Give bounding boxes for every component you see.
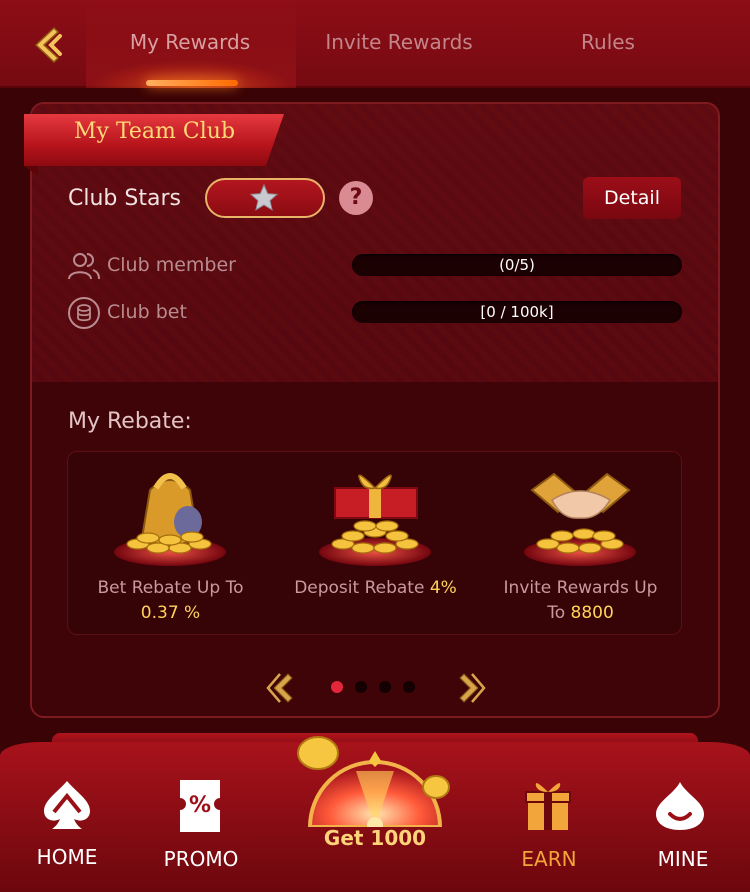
- tab-invite-rewards[interactable]: Invite Rewards: [310, 30, 488, 54]
- handshake-coins-icon: [524, 472, 636, 566]
- rebate-invite-label-2: To: [547, 603, 571, 623]
- rebate-invite-label: Invite Rewards Up: [503, 578, 658, 598]
- detail-button[interactable]: Detail: [583, 177, 681, 219]
- rebate-carousel: Bet Rebate Up To 0.37 % Deposit Rebate 4…: [67, 451, 682, 635]
- star-icon: [249, 183, 279, 211]
- money-bag-icon: [114, 473, 226, 566]
- rebate-invite-text: Invite Rewards Up To 8800: [478, 576, 683, 626]
- smile-drop-icon: [656, 782, 704, 830]
- rebate-deposit-text: Deposit Rebate 4%: [273, 576, 478, 601]
- rebate-card-deposit[interactable]: Deposit Rebate 4%: [273, 452, 478, 636]
- pager-dot[interactable]: [331, 681, 343, 693]
- rebate-deposit-value: 4%: [429, 578, 457, 598]
- gift-box-coins-icon: [319, 474, 431, 566]
- club-bet-progress: [0 / 100k]: [352, 301, 682, 323]
- club-stars-label: Club Stars: [68, 186, 181, 211]
- club-member-value: (0/5): [499, 256, 535, 274]
- lucky-wheel-icon: [297, 736, 450, 827]
- svg-text:%: %: [189, 793, 211, 818]
- nav-promo-label: PROMO: [163, 847, 239, 871]
- rebate-card-invite[interactable]: Invite Rewards Up To 8800: [478, 452, 683, 636]
- nav-get-label: Get 1000: [323, 826, 427, 850]
- next-arrow-icon[interactable]: [456, 670, 486, 706]
- rebate-deposit-label: Deposit Rebate: [294, 578, 430, 598]
- club-bet-label: Club bet: [107, 301, 187, 323]
- coins-icon: [68, 297, 100, 329]
- nav-home-label: HOME: [36, 845, 98, 869]
- coupon-icon: %: [180, 780, 220, 832]
- spade-icon: [44, 781, 90, 829]
- tab-my-rewards[interactable]: My Rewards: [112, 30, 268, 54]
- nav-earn-label: EARN: [521, 847, 577, 871]
- rebate-bet-text: Bet Rebate Up To 0.37 %: [68, 576, 273, 626]
- rebate-card-bet[interactable]: Bet Rebate Up To 0.37 %: [68, 452, 273, 636]
- top-bar: My Rewards Invite Rewards Rules: [0, 0, 750, 88]
- help-icon[interactable]: ?: [339, 181, 373, 215]
- nav-mine-label: MINE: [657, 847, 709, 871]
- rebate-invite-value: 8800: [570, 603, 614, 623]
- members-icon: [68, 253, 100, 280]
- rebate-bet-value: 0.37 %: [140, 603, 201, 623]
- pager-dot[interactable]: [403, 681, 415, 693]
- club-bet-value: [0 / 100k]: [480, 303, 554, 321]
- prev-arrow-icon[interactable]: [266, 670, 296, 706]
- club-member-label: Club member: [107, 254, 236, 276]
- pager-dot[interactable]: [379, 681, 391, 693]
- active-tab-indicator: [146, 80, 238, 86]
- back-icon[interactable]: [24, 22, 70, 68]
- tab-rules[interactable]: Rules: [560, 30, 656, 54]
- rebate-title: My Rebate:: [68, 409, 192, 434]
- club-title: My Team Club: [74, 119, 236, 144]
- rebate-bet-label: Bet Rebate Up To: [97, 578, 244, 598]
- gift-icon: [525, 783, 571, 830]
- club-member-progress: (0/5): [352, 254, 682, 276]
- pager-dot[interactable]: [355, 681, 367, 693]
